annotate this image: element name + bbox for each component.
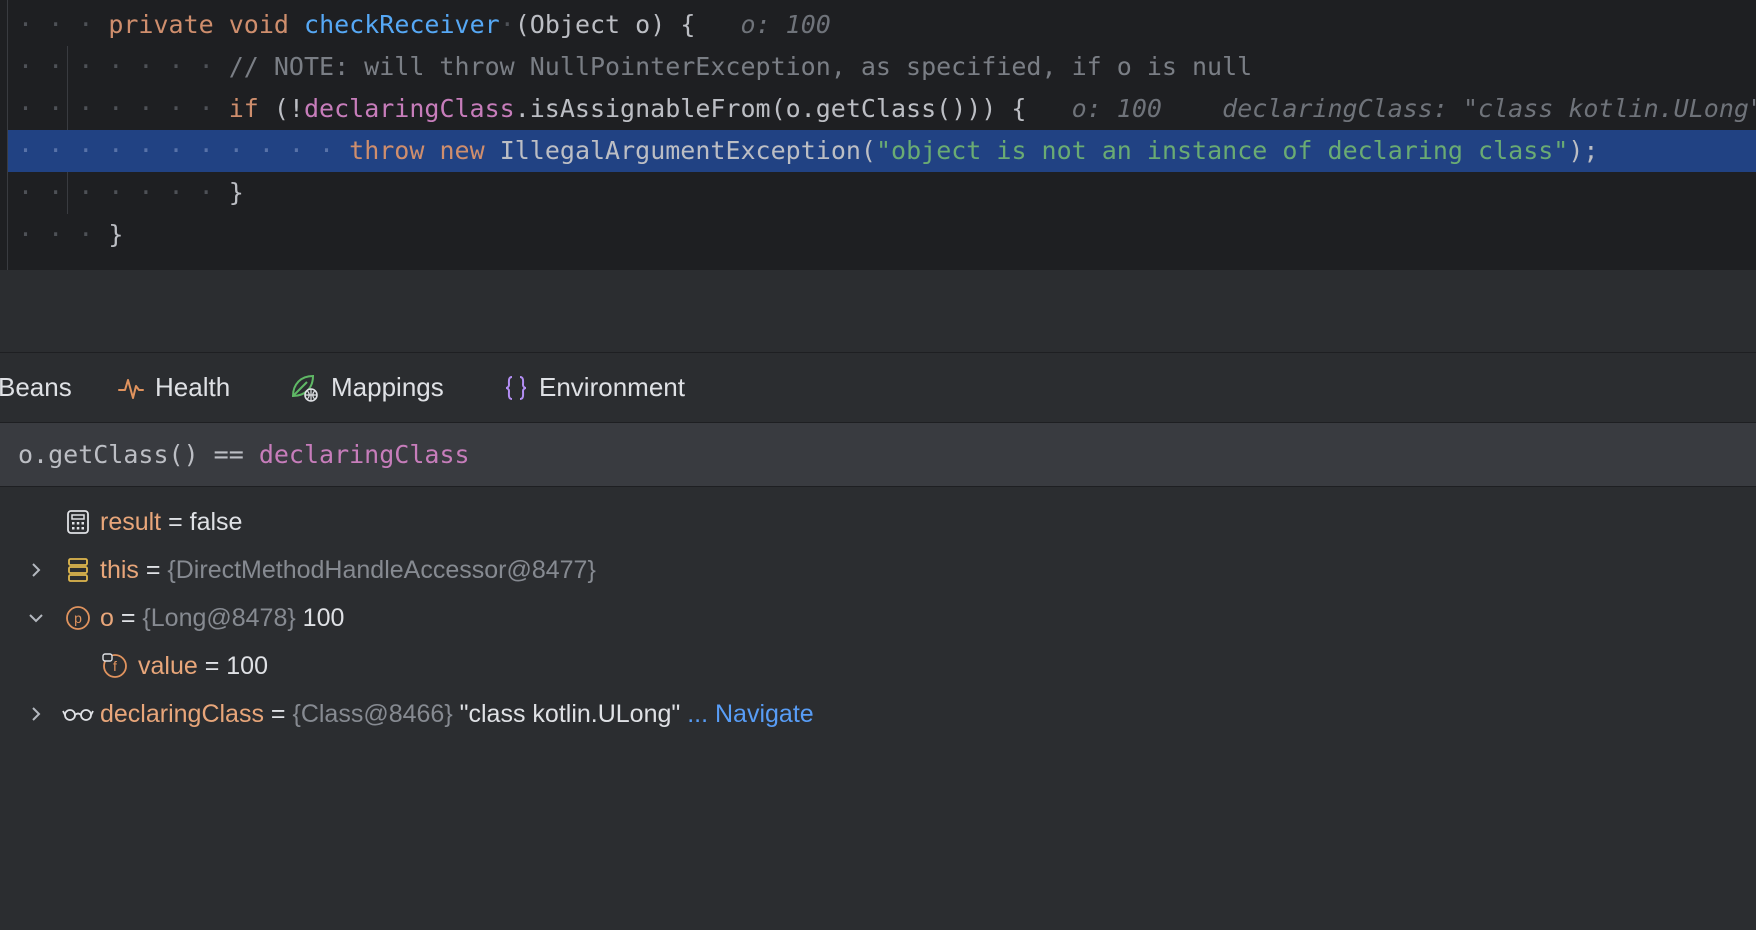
variable-row-result[interactable]: result = false xyxy=(0,498,1756,546)
whitespace-dots: · · · · · · · xyxy=(18,94,229,123)
panel-spacer xyxy=(0,270,1756,353)
variable-value: 100 xyxy=(226,652,268,680)
calculator-icon xyxy=(67,510,89,534)
code-line-3[interactable]: · · · · · · · if (!declaringClass.isAssi… xyxy=(0,88,1756,130)
code-line-1[interactable]: · · · private void checkReceiver·(Object… xyxy=(0,4,1756,46)
chevron-right-icon[interactable] xyxy=(25,546,47,594)
code-line-6[interactable]: · · · } xyxy=(0,214,1756,256)
code-text: IllegalArgumentException( xyxy=(499,136,876,165)
tab-label: Beans xyxy=(0,372,72,402)
inline-value-hint: o: 100 xyxy=(1071,94,1162,123)
keyword: throw xyxy=(349,136,425,165)
whitespace-dots: · · · · · · · · · · · xyxy=(18,136,350,165)
code-line-4-current[interactable]: · · · · · · · · · · · throw new IllegalA… xyxy=(8,130,1756,172)
code-text: (Object o) { xyxy=(514,10,696,39)
variable-value: "class kotlin.ULong" xyxy=(452,700,681,728)
variable-value: false xyxy=(189,508,243,536)
string-literal: "object is not an instance of declaring … xyxy=(875,136,1569,165)
code-text: } xyxy=(108,220,124,249)
code-editor[interactable]: · · · private void checkReceiver·(Object… xyxy=(0,0,1756,270)
environment-icon xyxy=(505,375,527,400)
variable-name: o xyxy=(100,604,114,632)
code-comment: // NOTE: will throw NullPointerException… xyxy=(228,52,1253,81)
evaluate-expression-input[interactable]: o.getClass() == declaringClass xyxy=(0,423,1756,487)
tab-health[interactable]: Health xyxy=(117,353,230,422)
equals-sign: = xyxy=(113,604,143,632)
whitespace-dots: · · · · · · · xyxy=(18,52,229,81)
variable-name: declaringClass xyxy=(100,700,264,728)
variable-name: value xyxy=(138,652,198,680)
tool-window-tabs: Beans Health Mappings Environment xyxy=(0,353,1756,423)
expression-text: o.getClass() == xyxy=(18,440,259,469)
equals-sign: = xyxy=(263,700,293,728)
tab-mappings[interactable]: Mappings xyxy=(289,353,444,422)
field-reference: declaringClass xyxy=(303,94,515,123)
svg-text:p: p xyxy=(74,610,82,626)
svg-text:f: f xyxy=(113,658,117,674)
variable-name: result xyxy=(100,508,162,536)
navigate-link[interactable]: ... Navigate xyxy=(680,700,813,728)
variable-type: {DirectMethodHandleAccessor@8477} xyxy=(167,556,596,584)
variable-row-o[interactable]: p o = {Long@8478} 100 xyxy=(0,594,1756,642)
code-line-2[interactable]: · · · · · · · // NOTE: will throw NullPo… xyxy=(0,46,1756,88)
keyword: new xyxy=(439,136,485,165)
variable-value: 100 xyxy=(295,604,345,632)
mappings-icon xyxy=(291,374,318,402)
whitespace-dots: · · · xyxy=(18,10,109,39)
variable-name: this xyxy=(100,556,139,584)
variable-row-value[interactable]: f value = 100 xyxy=(0,642,1756,690)
code-text: .isAssignableFrom(o.getClass())) { xyxy=(514,94,1027,123)
code-text: (! xyxy=(258,94,304,123)
chevron-down-icon[interactable] xyxy=(25,594,47,642)
variable-type: {Long@8478} xyxy=(142,604,296,632)
variable-row-this[interactable]: this = {DirectMethodHandleAccessor@8477} xyxy=(0,546,1756,594)
chevron-right-icon[interactable] xyxy=(25,690,47,738)
tab-label: Health xyxy=(155,372,231,402)
watch-glasses-icon xyxy=(62,709,94,721)
equals-sign: = xyxy=(197,652,227,680)
stack-icon xyxy=(68,558,88,582)
equals-sign: = xyxy=(138,556,168,584)
expression-field: declaringClass xyxy=(258,440,470,469)
keyword: void xyxy=(228,10,289,39)
tab-label: Environment xyxy=(539,372,685,402)
tab-label: Mappings xyxy=(331,372,444,402)
whitespace-dots: · · · · · · · xyxy=(18,178,229,207)
tab-environment[interactable]: Environment xyxy=(503,353,685,422)
keyword: if xyxy=(228,94,259,123)
inline-value-hint: declaringClass: "class kotlin.ULong" xyxy=(1222,94,1756,123)
parameter-icon: p xyxy=(66,606,90,630)
equals-sign: = xyxy=(161,508,190,536)
variable-row-declaringClass[interactable]: declaringClass = {Class@8466} "class kot… xyxy=(0,690,1756,738)
keyword: private xyxy=(108,10,214,39)
inline-value-hint: o: 100 xyxy=(740,10,831,39)
code-line-5[interactable]: · · · · · · · } xyxy=(0,172,1756,214)
variable-type: {Class@8466} xyxy=(292,700,453,728)
code-text: ); xyxy=(1568,136,1599,165)
health-icon xyxy=(118,378,144,399)
whitespace-dots: · · · xyxy=(18,220,109,249)
field-icon: f xyxy=(102,653,127,678)
tab-beans[interactable]: Beans xyxy=(0,353,72,422)
variables-tree: result = false this = {DirectMethodHandl… xyxy=(0,488,1756,754)
method-name: checkReceiver xyxy=(304,10,500,39)
code-text: } xyxy=(228,178,244,207)
